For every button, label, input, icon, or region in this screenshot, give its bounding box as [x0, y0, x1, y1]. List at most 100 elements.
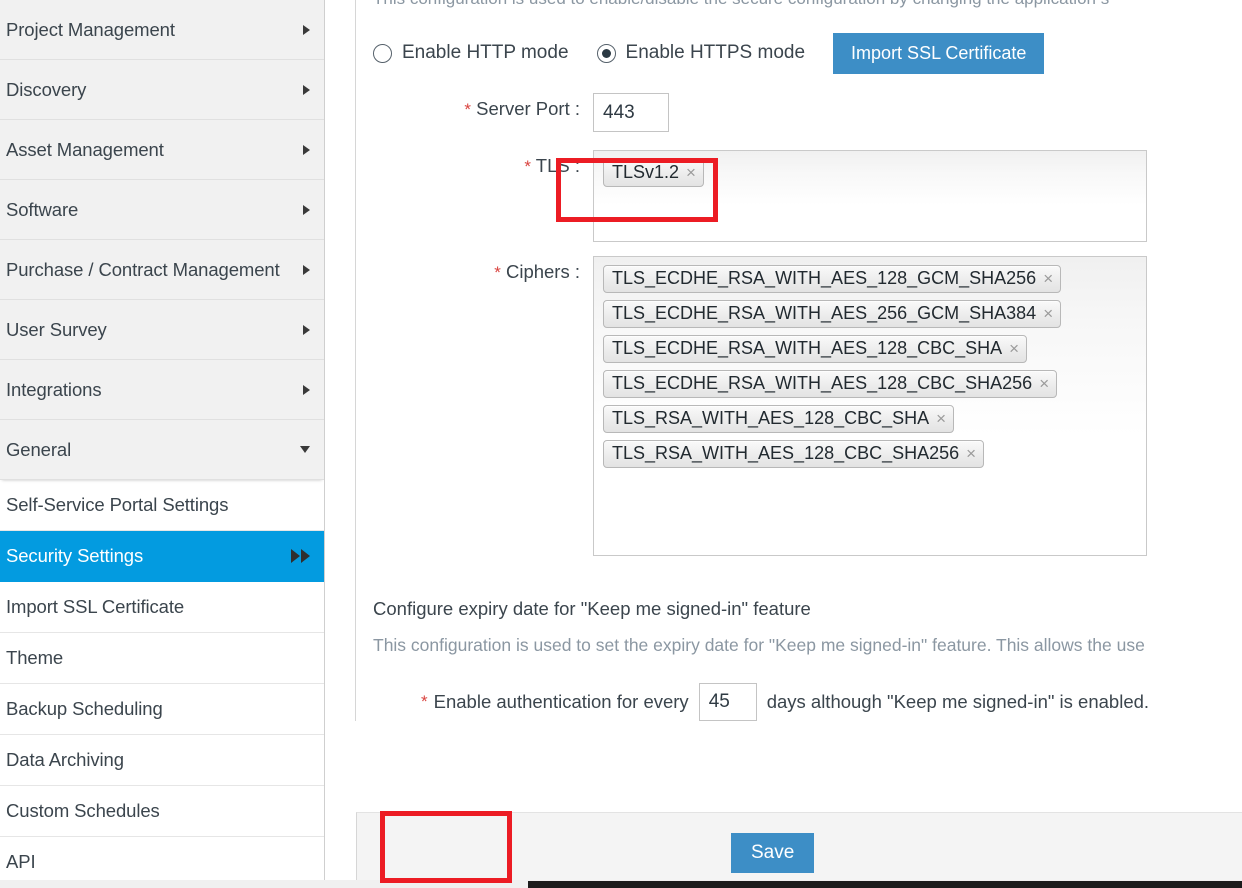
- sidebar-group-label: Discovery: [6, 78, 87, 100]
- radio-http-mode[interactable]: Enable HTTP mode: [373, 42, 569, 64]
- remove-tag-icon[interactable]: ×: [1043, 270, 1053, 287]
- sidebar-item-label: Import SSL Certificate: [6, 596, 185, 617]
- remove-tag-icon[interactable]: ×: [966, 445, 976, 462]
- sidebar-group-asset-management[interactable]: Asset Management: [0, 120, 324, 180]
- chevron-right-icon: [303, 384, 310, 395]
- cipher-tag[interactable]: TLS_ECDHE_RSA_WITH_AES_128_GCM_SHA256 ×: [603, 265, 1062, 293]
- tls-tag[interactable]: TLSv1.2 ×: [603, 159, 704, 187]
- auth-days-input[interactable]: [698, 683, 757, 721]
- sidebar-item-backup-scheduling[interactable]: Backup Scheduling: [0, 684, 324, 735]
- keep-signed-in-title: Configure expiry date for "Keep me signe…: [373, 598, 811, 619]
- tls-label: * TLS :: [373, 150, 593, 177]
- radio-https-mode[interactable]: Enable HTTPS mode: [596, 42, 806, 64]
- server-port-input[interactable]: [593, 93, 669, 132]
- settings-sidebar: Project Management Discovery Asset Manag…: [0, 0, 325, 888]
- chevron-right-icon: [303, 204, 310, 215]
- server-port-label: * Server Port :: [373, 93, 593, 120]
- chevron-down-icon: [300, 446, 310, 453]
- radio-circle-icon: [373, 43, 392, 63]
- ciphers-label: * Ciphers :: [373, 256, 593, 283]
- chevron-right-icon: [303, 84, 310, 95]
- ciphers-row: * Ciphers : TLS_ECDHE_RSA_WITH_AES_128_G…: [356, 256, 1242, 556]
- auth-prefix-text: Enable authentication for every: [433, 691, 689, 712]
- radio-http-mode-label: Enable HTTP mode: [402, 42, 569, 63]
- sidebar-item-data-archiving[interactable]: Data Archiving: [0, 735, 324, 786]
- cipher-tag[interactable]: TLS_RSA_WITH_AES_128_CBC_SHA256 ×: [603, 440, 985, 468]
- sidebar-item-self-service-portal-settings[interactable]: Self-Service Portal Settings: [0, 480, 324, 531]
- tls-tag-label: TLSv1.2: [612, 162, 680, 182]
- auth-suffix-text: days although "Keep me signed-in" is ena…: [766, 691, 1150, 712]
- cipher-tag-row: TLS_ECDHE_RSA_WITH_AES_128_CBC_SHA ×: [603, 335, 1137, 370]
- auth-expiry-row: * Enable authentication for every days a…: [356, 683, 1242, 721]
- sidebar-group-integrations[interactable]: Integrations: [0, 360, 324, 420]
- cipher-tag-row: TLS_ECDHE_RSA_WITH_AES_256_GCM_SHA384 ×: [603, 300, 1137, 335]
- sidebar-group-label: Asset Management: [6, 138, 164, 160]
- sidebar-group-label: Software: [6, 198, 79, 220]
- sidebar-item-import-ssl-certificate[interactable]: Import SSL Certificate: [0, 582, 324, 633]
- cipher-tag-label: TLS_ECDHE_RSA_WITH_AES_256_GCM_SHA384: [612, 303, 1037, 323]
- sidebar-group-discovery[interactable]: Discovery: [0, 60, 324, 120]
- required-marker: *: [494, 263, 501, 282]
- sidebar-item-label: Self-Service Portal Settings: [6, 494, 229, 515]
- secure-config-description: This configuration is used to enable/dis…: [356, 0, 1242, 10]
- sidebar-group-purchase-contract-management[interactable]: Purchase / Contract Management: [0, 240, 324, 300]
- sidebar-item-label: Theme: [6, 647, 64, 668]
- tls-row: * TLS : TLSv1.2 ×: [356, 150, 1242, 242]
- sidebar-group-general[interactable]: General: [0, 420, 324, 480]
- radio-https-mode-label: Enable HTTPS mode: [625, 42, 806, 63]
- cipher-tag-row: TLS_RSA_WITH_AES_128_CBC_SHA256 ×: [603, 440, 1137, 475]
- sidebar-item-label: Custom Schedules: [6, 800, 160, 821]
- protocol-mode-row: Enable HTTP mode Enable HTTPS mode Impor…: [356, 31, 1242, 75]
- remove-tag-icon[interactable]: ×: [1039, 375, 1049, 392]
- double-arrow-right-icon: [291, 549, 310, 563]
- sidebar-group-label: Project Management: [6, 18, 175, 40]
- cipher-tag-label: TLS_ECDHE_RSA_WITH_AES_128_CBC_SHA: [612, 338, 1003, 358]
- security-settings-page: Project Management Discovery Asset Manag…: [0, 0, 1242, 888]
- chevron-right-icon: [303, 264, 310, 275]
- cipher-tag[interactable]: TLS_RSA_WITH_AES_128_CBC_SHA ×: [603, 405, 955, 433]
- sidebar-group-software[interactable]: Software: [0, 180, 324, 240]
- horizontal-scrollbar[interactable]: [0, 880, 1242, 888]
- ciphers-label-text: Ciphers :: [505, 261, 580, 282]
- cipher-tag-label: TLS_RSA_WITH_AES_128_CBC_SHA: [612, 408, 930, 428]
- cipher-tag[interactable]: TLS_ECDHE_RSA_WITH_AES_256_GCM_SHA384 ×: [603, 300, 1062, 328]
- sidebar-group-label: User Survey: [6, 318, 107, 340]
- sidebar-group-label: Purchase / Contract Management: [6, 258, 280, 280]
- cipher-tag-row: TLS_RSA_WITH_AES_128_CBC_SHA ×: [603, 405, 1137, 440]
- cipher-tag-row: TLS_ECDHE_RSA_WITH_AES_128_GCM_SHA256 ×: [603, 265, 1137, 300]
- cipher-tag[interactable]: TLS_ECDHE_RSA_WITH_AES_128_CBC_SHA256 ×: [603, 370, 1058, 398]
- remove-tag-icon[interactable]: ×: [936, 410, 946, 427]
- remove-tag-icon[interactable]: ×: [1009, 340, 1019, 357]
- chevron-right-icon: [303, 24, 310, 35]
- required-marker: *: [464, 100, 472, 119]
- cipher-tag[interactable]: TLS_ECDHE_RSA_WITH_AES_128_CBC_SHA ×: [603, 335, 1028, 363]
- security-settings-form: This configuration is used to enable/dis…: [355, 0, 1242, 721]
- remove-tag-icon[interactable]: ×: [1043, 305, 1053, 322]
- server-port-row: * Server Port :: [356, 93, 1242, 132]
- ciphers-multiselect[interactable]: TLS_ECDHE_RSA_WITH_AES_128_GCM_SHA256 × …: [593, 256, 1147, 556]
- sidebar-item-label: API: [6, 851, 36, 872]
- save-button[interactable]: Save: [731, 833, 815, 873]
- cipher-tag-label: TLS_RSA_WITH_AES_128_CBC_SHA256: [612, 443, 960, 463]
- sidebar-item-theme[interactable]: Theme: [0, 633, 324, 684]
- import-ssl-certificate-button[interactable]: Import SSL Certificate: [833, 32, 1045, 74]
- required-marker: *: [524, 157, 531, 176]
- sidebar-group-project-management[interactable]: Project Management: [0, 0, 324, 60]
- cipher-tag-row: TLS_ECDHE_RSA_WITH_AES_128_CBC_SHA256 ×: [603, 370, 1137, 405]
- keep-signed-in-description: This configuration is used to set the ex…: [373, 635, 1145, 655]
- sidebar-item-label: Security Settings: [6, 545, 144, 566]
- sidebar-item-label: Data Archiving: [6, 749, 124, 770]
- main-content: This configuration is used to enable/dis…: [325, 0, 1242, 888]
- tls-multiselect[interactable]: TLSv1.2 ×: [593, 150, 1147, 242]
- cipher-tag-label: TLS_ECDHE_RSA_WITH_AES_128_CBC_SHA256: [612, 373, 1033, 393]
- cipher-tag-label: TLS_ECDHE_RSA_WITH_AES_128_GCM_SHA256: [612, 268, 1037, 288]
- sidebar-item-label: Backup Scheduling: [6, 698, 163, 719]
- required-marker: *: [421, 692, 428, 711]
- horizontal-scrollbar-thumb[interactable]: [528, 881, 1242, 888]
- sidebar-group-user-survey[interactable]: User Survey: [0, 300, 324, 360]
- chevron-right-icon: [303, 144, 310, 155]
- remove-tag-icon[interactable]: ×: [686, 164, 696, 181]
- sidebar-item-custom-schedules[interactable]: Custom Schedules: [0, 786, 324, 837]
- sidebar-item-security-settings[interactable]: Security Settings: [0, 531, 324, 582]
- tls-label-text: TLS :: [535, 155, 580, 176]
